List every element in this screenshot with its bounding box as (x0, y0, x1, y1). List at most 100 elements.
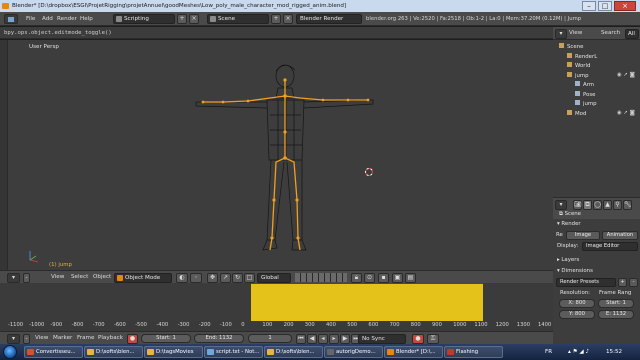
frame-start-field[interactable]: Start: 1 (598, 299, 634, 308)
editor-type-button-props[interactable]: ▾ (555, 200, 567, 210)
transform-orientation-selector[interactable]: Global (257, 273, 291, 283)
timeline-editor[interactable] (0, 283, 553, 323)
preset-remove-button[interactable]: - (629, 278, 638, 287)
outliner-menu-search[interactable]: Search (601, 27, 620, 40)
menu-help[interactable]: Help (80, 12, 93, 26)
rotate-manipulator[interactable]: ↻ (232, 273, 243, 283)
record-button[interactable]: ● (127, 334, 138, 344)
scene-remove-button[interactable]: × (283, 14, 293, 24)
outliner-item[interactable]: Mod ◉ ➚ ◙ (567, 109, 635, 117)
taskbar-item[interactable]: script.txt - Not... (204, 346, 263, 358)
scene-add-button[interactable]: + (271, 14, 281, 24)
tray-icons[interactable]: ▴ ⚑ ◢ ♪ (568, 344, 589, 360)
outliner-display-selector[interactable]: All (625, 29, 639, 39)
constraints-tab-icon[interactable]: ⚲ (613, 200, 622, 210)
play-reverse-button[interactable]: ◂ (318, 334, 328, 344)
translate-manipulator[interactable]: ↗ (220, 273, 231, 283)
editor-type-button-timeline[interactable]: ▾ (7, 334, 20, 344)
close-button[interactable]: × (614, 1, 636, 11)
viewport-shading-button[interactable]: ◐ (176, 273, 188, 283)
resolution-x-field[interactable]: X: 800 (559, 299, 595, 308)
render-image-button[interactable]: Image (566, 231, 600, 240)
sync-mode-selector[interactable]: No Sync (358, 334, 406, 344)
properties-editor[interactable]: ▾ Render Re Image Animation Display: Ima… (553, 219, 640, 344)
modifiers-tab-icon[interactable]: 🔧︎ (623, 200, 632, 210)
frame-end-field[interactable]: E: 1132 (598, 310, 634, 319)
display-selector[interactable]: Image Editor (582, 242, 638, 251)
next-keyframe-button[interactable]: ▶ (340, 334, 350, 344)
render-animation-button[interactable]: ▤ (405, 273, 416, 283)
layout-add-button[interactable]: + (177, 14, 187, 24)
mode-selector[interactable]: Object Mode (114, 273, 172, 283)
scene-selector[interactable]: Scene (207, 14, 269, 24)
clock[interactable]: 15:52 (606, 344, 622, 360)
outliner[interactable]: Scene RenderL World jump ◉ ➚ ◙ Arm Pose jump Mo… (553, 40, 640, 197)
outliner-item[interactable]: Arm (575, 81, 594, 88)
resolution-y-field[interactable]: Y: 800 (559, 310, 595, 319)
maximize-button[interactable]: □ (598, 1, 612, 11)
render-presets-selector[interactable]: Render Presets (556, 278, 616, 287)
layout-selector[interactable]: Scripting (113, 14, 175, 24)
dimensions-section-header[interactable]: ▾ Dimensions (557, 268, 593, 274)
outliner-item[interactable]: jump ◉ ➚ ◙ (567, 71, 635, 79)
frame-range-label: Frame Rang (599, 290, 632, 296)
taskbar-item[interactable]: autorigDemo... (324, 346, 383, 358)
editor-type-button-3d[interactable]: ▾ (7, 273, 20, 283)
taskbar-item[interactable]: D:\tagsMovies (144, 346, 203, 358)
outliner-menu-view[interactable]: View (569, 27, 582, 40)
menu-render[interactable]: Render (57, 12, 77, 26)
taskbar-item[interactable]: Flashing (444, 346, 503, 358)
menu-add[interactable]: Add (42, 12, 53, 26)
outliner-item[interactable]: Pose (575, 90, 595, 98)
ruler-tick-label: -600 (114, 322, 126, 328)
keying-set-button[interactable]: ⚿ (427, 334, 439, 344)
snap-element-selector[interactable]: ▪ (378, 273, 389, 283)
world-tab-icon[interactable]: ◯ (593, 200, 602, 210)
render-engine-selector[interactable]: Blender Render (296, 14, 362, 24)
layer-buttons[interactable] (295, 273, 347, 282)
lock-layers-button[interactable]: 🔒︎ (351, 273, 362, 283)
tool-shelf-collapsed[interactable] (0, 40, 8, 270)
layers-section-header[interactable]: ▸ Layers (557, 257, 579, 263)
taskbar-item[interactable]: Blender* [D:\... (384, 346, 443, 358)
layout-remove-button[interactable]: × (189, 14, 199, 24)
menu-collapse-button[interactable]: - (23, 273, 30, 283)
outliner-item[interactable]: Scene (559, 43, 583, 50)
window-title: Blender* [D:\dropbox\ESGI\ProjetRigging\… (12, 3, 347, 9)
taskbar-item[interactable]: Convertisseu... (24, 346, 83, 358)
taskbar-item[interactable]: D:\softs\blen... (84, 346, 143, 358)
prev-keyframe-button[interactable]: ◀ (307, 334, 317, 344)
visibility-toggle-icon[interactable]: ◉ ➚ ◙ (617, 110, 635, 116)
scene-tab-icon[interactable]: ⧉ (583, 200, 592, 210)
manipulator-toggle[interactable]: ✥ (207, 273, 218, 283)
start-frame-field[interactable]: Start: 1 (141, 334, 191, 343)
minimize-button[interactable]: – (582, 1, 596, 11)
render-section-header[interactable]: ▾ Render (557, 221, 581, 227)
jump-start-button[interactable]: ⏮ (296, 334, 306, 344)
snap-toggle[interactable]: ⊙ (364, 273, 375, 283)
preset-add-button[interactable]: + (618, 278, 627, 287)
taskbar-item[interactable]: D:\softs\blen... (264, 346, 323, 358)
editor-type-button-outliner[interactable]: ▾ (555, 29, 567, 39)
menu-file[interactable]: File (26, 12, 35, 26)
auto-keyframe-button[interactable]: ● (412, 334, 424, 344)
render-preview-button[interactable]: ▣ (392, 273, 403, 283)
language-indicator[interactable]: FR (545, 344, 552, 360)
outliner-item[interactable]: World (567, 62, 590, 69)
object-tab-icon[interactable]: ▲ (603, 200, 612, 210)
editor-type-button[interactable] (4, 14, 18, 24)
end-frame-field[interactable]: End: 1132 (194, 334, 244, 343)
outliner-item[interactable]: jump (575, 100, 597, 107)
current-frame-field[interactable]: 1 (248, 334, 292, 343)
scale-manipulator[interactable]: □ (244, 273, 255, 283)
timeline-menu-collapse[interactable]: - (23, 334, 30, 344)
render-tab-icon[interactable]: 📷︎ (573, 200, 582, 210)
visibility-toggle-icon[interactable]: ◉ ➚ ◙ (617, 72, 635, 78)
scene-icon (210, 16, 216, 22)
3d-viewport[interactable]: User Persp (1) jump (8, 40, 553, 270)
start-button[interactable] (3, 345, 17, 359)
outliner-item[interactable]: RenderL (567, 52, 597, 60)
play-button[interactable]: ▸ (329, 334, 339, 344)
pivot-point-button[interactable]: ◦ (190, 273, 202, 283)
render-animation-button-props[interactable]: Animation (602, 231, 638, 240)
